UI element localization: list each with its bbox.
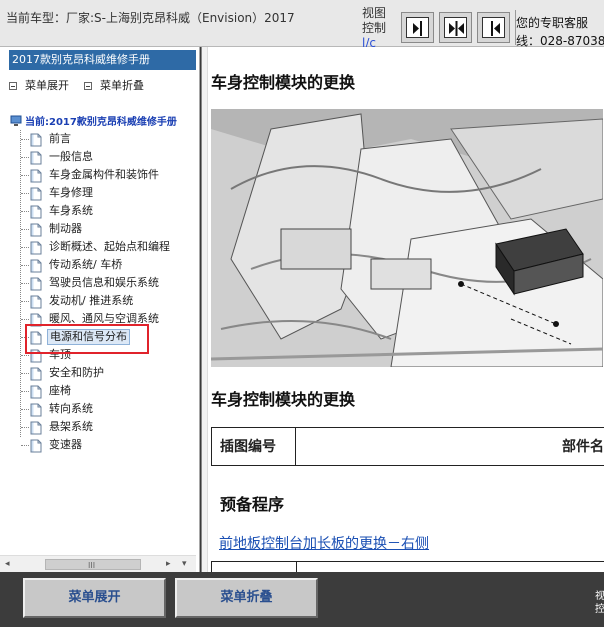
footer-side-label: 视控 <box>595 591 604 615</box>
tree-connector <box>21 373 29 374</box>
tree-connector <box>21 283 29 284</box>
sidebar-item-label: 悬架系统 <box>49 420 93 433</box>
component-illustration <box>211 109 603 367</box>
prep-procedure-link[interactable]: 前地板控制台加长板的更换－右侧 <box>219 533 429 553</box>
table-header-row: 插图编号 部件名 <box>212 428 604 466</box>
sidebar-item-label: 驾驶员信息和娱乐系统 <box>49 276 159 289</box>
tree-connector <box>21 319 29 320</box>
scroll-left-icon[interactable]: ◂ <box>5 559 10 569</box>
scroll-right-icon[interactable]: ▸ <box>166 559 171 569</box>
sidebar-item-label: 前言 <box>49 132 71 145</box>
sidebar-item[interactable]: 悬架系统 <box>20 418 196 436</box>
computer-icon <box>10 115 22 130</box>
sidebar-item[interactable]: 发动机/ 推进系统 <box>20 292 196 310</box>
scroll-down-icon[interactable]: ▾ <box>182 559 187 569</box>
sidebar-item[interactable]: 前言 <box>20 130 196 148</box>
tree-connector <box>21 157 29 158</box>
tree-connector <box>21 427 29 428</box>
prep-title: 预备程序 <box>220 495 285 514</box>
scroll-grip: III <box>88 561 96 570</box>
content-panel: 车身控制模块的更换 车身控制模块的更换 插图编号 部件名 预备程序 前地板控制台… <box>201 47 604 573</box>
vehicle-model-label: 当前车型：厂家:S-上海别克昂科威（Envision）2017 <box>6 11 295 25</box>
sidebar-item-label: 安全和防护 <box>49 366 104 379</box>
sidebar-item[interactable]: 车身系统 <box>20 202 196 220</box>
sidebar-item[interactable]: 传动系统/ 车桥 <box>20 256 196 274</box>
page-title: 车身控制模块的更换 <box>211 73 356 92</box>
table-continuation <box>211 561 604 573</box>
view-right-panel-button[interactable] <box>401 12 434 43</box>
arrow-right-icon <box>406 17 429 38</box>
sidebar-item[interactable]: 车身金属构件和装饰件 <box>20 166 196 184</box>
tree-connector <box>21 139 29 140</box>
view-split-button[interactable] <box>439 12 472 43</box>
sidebar-item[interactable]: 座椅 <box>20 382 196 400</box>
bcm-location-drawing <box>211 109 603 367</box>
top-bar: 当前车型：厂家:S-上海别克昂科威（Envision）2017 视图控制 l/c… <box>0 0 604 50</box>
sidebar-collapse-label: 菜单折叠 <box>100 79 144 92</box>
tree-connector <box>21 247 29 248</box>
manual-title[interactable]: 2017款别克昂科威维修手册 <box>9 50 196 70</box>
arrow-left-icon <box>482 17 505 38</box>
tree-connector <box>21 229 29 230</box>
sidebar-item-label: 变速器 <box>49 438 82 451</box>
highlight-box <box>25 324 149 354</box>
tree-connector <box>21 391 29 392</box>
current-manual-label: 当前:2017款别克昂科威维修手册 <box>25 117 177 128</box>
menu-collapse-button[interactable]: 菜单折叠 <box>175 578 318 618</box>
sidebar-item[interactable]: 一般信息 <box>20 148 196 166</box>
tree-connector <box>21 193 29 194</box>
sidebar-item[interactable]: 诊断概述、起始点和编程 <box>20 238 196 256</box>
view-left-panel-button[interactable] <box>477 12 510 43</box>
sidebar-horizontal-scrollbar[interactable]: ◂ III ▸ ▾ <box>0 555 196 572</box>
support-line-1: 您的专职客服 <box>516 16 589 30</box>
sidebar-item-label: 传动系统/ 车桥 <box>49 258 123 271</box>
sidebar-item-label: 车身修理 <box>49 186 93 199</box>
sidebar-item[interactable]: 驾驶员信息和娱乐系统 <box>20 274 196 292</box>
sidebar-expand-label: 菜单展开 <box>25 79 69 92</box>
tree-connector <box>21 211 29 212</box>
sidebar: 2017款别克昂科威维修手册 菜单展开 菜单折叠 当前:2017款别克昂科威维修… <box>0 47 200 572</box>
parts-table: 插图编号 部件名 <box>211 427 604 466</box>
tree-connector <box>21 445 29 446</box>
sidebar-item[interactable]: 车身修理 <box>20 184 196 202</box>
tree-connector <box>21 175 29 176</box>
sidebar-item-label: 诊断概述、起始点和编程 <box>49 240 170 253</box>
table-header-figure-number: 插图编号 <box>212 428 296 466</box>
sidebar-item-label: 车身金属构件和装饰件 <box>49 168 159 181</box>
scrollbar-thumb[interactable]: III <box>45 559 141 570</box>
sidebar-item-label: 车身系统 <box>49 204 93 217</box>
collapse-box-icon <box>84 82 92 90</box>
sidebar-expand-button[interactable]: 菜单展开 <box>9 77 69 93</box>
sidebar-item[interactable]: 制动器 <box>20 220 196 238</box>
sidebar-item-label: 发动机/ 推进系统 <box>49 294 134 307</box>
table-header-part-name: 部件名 <box>562 439 604 455</box>
section-title: 车身控制模块的更换 <box>211 390 356 409</box>
sidebar-item[interactable]: 转向系统 <box>20 400 196 418</box>
content-left-gutter <box>202 47 208 572</box>
support-info: 您的专职客服 线：028-87038 <box>516 14 604 50</box>
tree-connector <box>21 301 29 302</box>
sidebar-item-label: 转向系统 <box>49 402 93 415</box>
sidebar-item-label: 座椅 <box>49 384 71 397</box>
sidebar-item[interactable]: 安全和防护 <box>20 364 196 382</box>
current-manual-node[interactable]: 当前:2017款别克昂科威维修手册 <box>10 113 177 130</box>
view-control-text: 视图控制 <box>362 6 387 35</box>
document-icon <box>29 439 43 456</box>
split-arrows-icon <box>444 17 467 38</box>
sidebar-collapse-button[interactable]: 菜单折叠 <box>84 77 144 93</box>
expand-box-icon <box>9 82 17 90</box>
view-control-label: 视图控制 l/c <box>362 6 396 51</box>
sidebar-item-label: 制动器 <box>49 222 82 235</box>
menu-expand-button[interactable]: 菜单展开 <box>23 578 166 618</box>
bottom-bar: 菜单展开 菜单折叠 视控 <box>0 572 604 627</box>
tree-connector <box>21 265 29 266</box>
tree-connector <box>21 355 29 356</box>
tree-connector <box>21 409 29 410</box>
sidebar-item-label: 一般信息 <box>49 150 93 163</box>
sidebar-item[interactable]: 变速器 <box>20 436 196 454</box>
